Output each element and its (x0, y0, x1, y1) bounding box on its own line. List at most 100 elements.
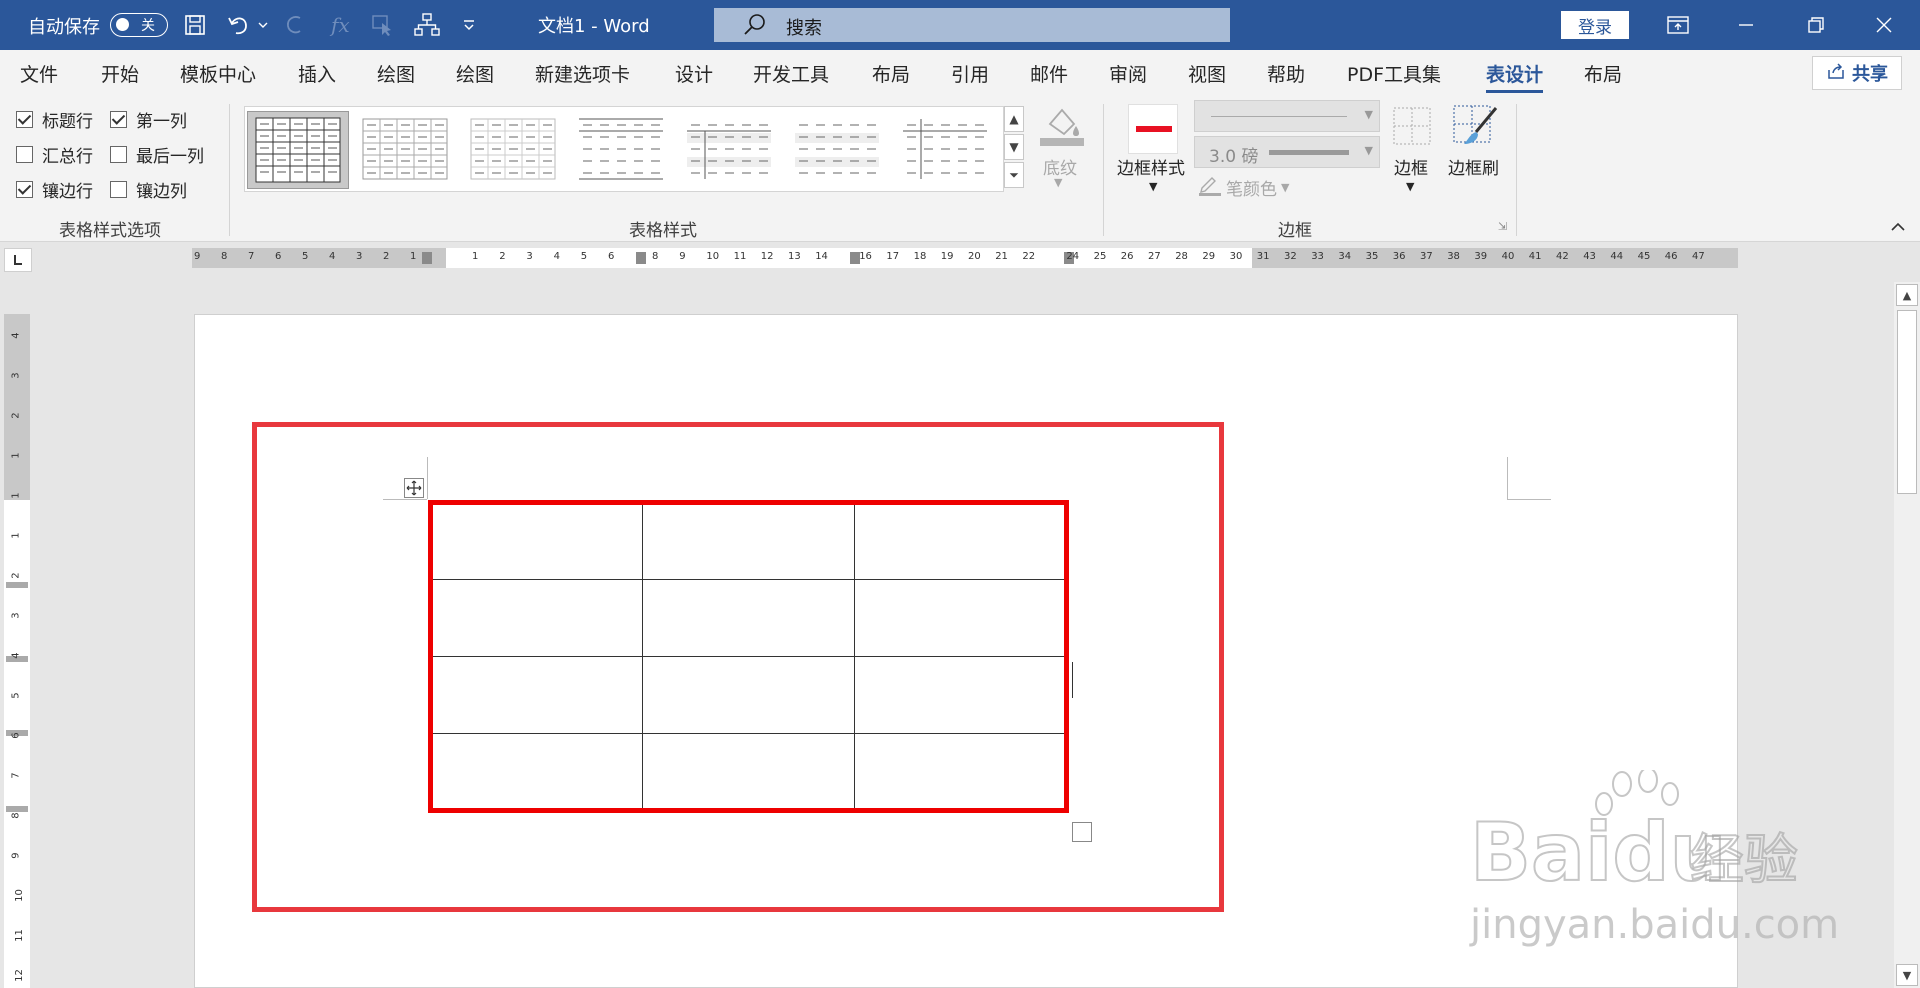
tab-view[interactable]: 视图 (1188, 60, 1226, 87)
line-style-dropdown[interactable]: ▼ (1194, 100, 1380, 132)
tab-template-center[interactable]: 模板中心 (180, 60, 256, 87)
ruler-number: 30 (1229, 251, 1243, 262)
line-weight-preview (1269, 150, 1349, 155)
ruler-number: 19 (940, 251, 954, 262)
last-column-check (110, 146, 127, 163)
customize-toolbar-icon[interactable] (454, 10, 484, 40)
ribbon-display-options-icon[interactable] (1660, 10, 1696, 40)
tab-pdf-tools[interactable]: PDF工具集 (1347, 60, 1441, 87)
last-column-checkbox[interactable]: 最后一列 (110, 142, 204, 167)
ruler-number: 7 (248, 251, 255, 262)
ruler-number: 17 (886, 251, 900, 262)
ruler-number: 27 (1148, 251, 1161, 262)
ruler-number: 16 (859, 251, 872, 262)
ruler-number: 9 (194, 251, 201, 262)
table-style-grid[interactable] (247, 111, 349, 189)
share-icon (1826, 62, 1846, 85)
table-style-plain-5[interactable] (895, 111, 997, 189)
borders-icon[interactable] (1390, 104, 1434, 148)
table-style-plain-4[interactable] (787, 111, 889, 189)
borders-dropdown-icon[interactable]: ▼ (1406, 180, 1414, 193)
minimize-icon[interactable] (1728, 10, 1764, 40)
borders-label[interactable]: 边框 (1394, 154, 1428, 179)
ruler-number: 44 (1610, 251, 1624, 262)
scrollbar-thumb[interactable] (1897, 310, 1917, 494)
tab-design[interactable]: 设计 (675, 60, 713, 87)
login-button[interactable]: 登录 (1561, 11, 1629, 39)
ruler-number: 4 (10, 652, 22, 659)
border-painter-label[interactable]: 边框刷 (1448, 154, 1499, 179)
ruler-number: 4 (553, 251, 560, 262)
vertical-scrollbar[interactable]: ▲ ▼ (1894, 282, 1920, 988)
close-icon[interactable] (1866, 10, 1902, 40)
tab-stop-selector[interactable] (4, 248, 32, 272)
redo-icon[interactable] (280, 10, 310, 40)
tab-new-tab[interactable]: 新建选项卡 (535, 60, 630, 87)
baidu-watermark: Baidu 经验 jingyan.baidu.com (1469, 767, 1839, 960)
tab-help[interactable]: 帮助 (1267, 60, 1305, 87)
collapse-ribbon-icon[interactable] (1890, 218, 1906, 238)
tab-mailings[interactable]: 邮件 (1030, 60, 1068, 87)
scroll-up-icon[interactable]: ▲ (1896, 284, 1918, 306)
share-button[interactable]: 共享 (1812, 56, 1902, 90)
borders-dialog-launcher-icon[interactable]: ⇲ (1498, 220, 1507, 233)
autosave-toggle[interactable]: 关 (110, 13, 168, 37)
save-icon[interactable] (180, 10, 210, 40)
banded-rows-checkbox[interactable]: 镶边行 (16, 177, 93, 202)
line-weight-dropdown[interactable]: 3.0 磅 ▼ (1194, 136, 1380, 168)
restore-icon[interactable] (1798, 10, 1834, 40)
vertical-ruler[interactable]: 4 3 2 1 1 1 2 3 4 5 6 7 8 9 10 11 12 (4, 314, 30, 988)
shading-icon[interactable] (1036, 102, 1084, 148)
ruler-number: 32 (1284, 251, 1297, 262)
org-chart-icon[interactable] (412, 10, 442, 40)
gallery-more-icon[interactable]: ⏷ (1004, 162, 1024, 188)
border-styles-label[interactable]: 边框样式 (1117, 154, 1185, 179)
first-column-check (110, 111, 127, 128)
table-style-plain-3[interactable] (679, 111, 781, 189)
ruler-number: 42 (1556, 251, 1569, 262)
tab-insert[interactable]: 插入 (298, 60, 336, 87)
gallery-scroll-down-icon[interactable]: ▼ (1004, 134, 1024, 160)
shading-dropdown-icon[interactable]: ▼ (1054, 176, 1062, 189)
margin-corner-mark (1507, 499, 1551, 500)
header-row-checkbox[interactable]: 标题行 (16, 107, 93, 132)
tab-references[interactable]: 引用 (951, 60, 989, 87)
watermark-cn: 经验 (1690, 828, 1798, 891)
banded-columns-checkbox[interactable]: 镶边列 (110, 177, 187, 202)
tab-table-layout[interactable]: 布局 (1584, 60, 1622, 87)
border-painter-icon[interactable] (1450, 102, 1500, 150)
table-style-light-grid[interactable] (355, 111, 457, 189)
tab-file[interactable]: 文件 (20, 60, 58, 87)
ruler-number: 2 (10, 572, 22, 579)
table-style-plain-2[interactable] (571, 111, 673, 189)
search-input[interactable]: 搜索 (714, 8, 1230, 42)
first-column-checkbox[interactable]: 第一列 (110, 107, 187, 132)
ruler-number: 18 (913, 251, 927, 262)
ruler-number: 4 (329, 251, 336, 262)
tab-layout[interactable]: 布局 (872, 60, 910, 87)
border-styles-icon[interactable] (1128, 104, 1178, 154)
ruler-number: 13 (788, 251, 801, 262)
ruler-number: 12 (760, 251, 774, 262)
select-objects-icon[interactable] (368, 10, 398, 40)
tab-review[interactable]: 审阅 (1109, 60, 1147, 87)
tab-table-design[interactable]: 表设计 (1486, 60, 1544, 93)
banded-columns-check (110, 181, 127, 198)
ruler-number: 2 (499, 251, 506, 262)
tab-developer[interactable]: 开发工具 (753, 60, 829, 87)
gallery-scroll-up-icon[interactable]: ▲ (1004, 106, 1024, 132)
total-row-checkbox[interactable]: 汇总行 (16, 142, 93, 167)
ruler-number: 10 (706, 251, 720, 262)
tab-draw[interactable]: 绘图 (377, 60, 415, 87)
ribbon-separator (1103, 104, 1104, 236)
undo-dropdown-icon[interactable] (254, 10, 272, 40)
table-style-plain-1[interactable] (463, 111, 565, 189)
border-styles-dropdown-icon[interactable]: ▼ (1149, 180, 1157, 193)
tab-home[interactable]: 开始 (101, 60, 139, 87)
undo-icon[interactable] (224, 10, 254, 40)
pen-color-button[interactable]: 笔颜色 ▼ (1198, 174, 1289, 201)
autosave-state: 关 (141, 18, 155, 34)
tab-draw-2[interactable]: 绘图 (456, 60, 494, 87)
scroll-down-icon[interactable]: ▼ (1896, 964, 1918, 986)
formula-icon[interactable]: fx (326, 10, 356, 40)
